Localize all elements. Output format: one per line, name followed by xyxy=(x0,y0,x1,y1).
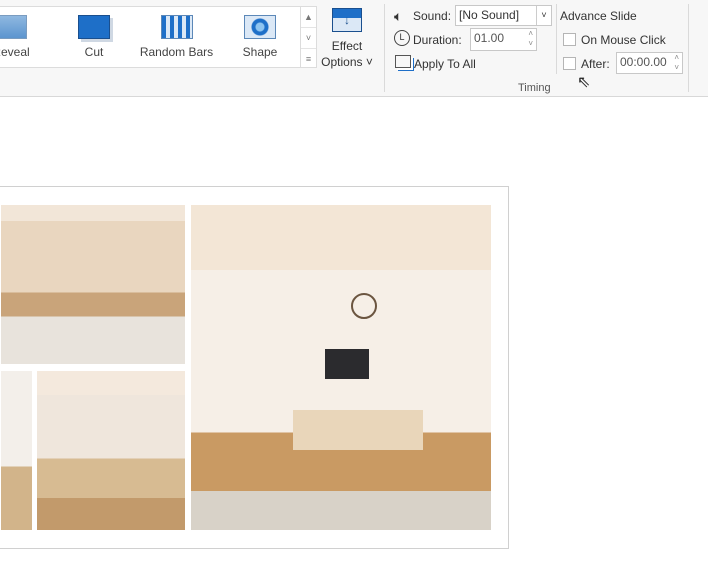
effect-options-button[interactable]: ↓ Effect Options ˅ xyxy=(318,8,376,70)
timing-group-label: Timing xyxy=(518,82,551,94)
divider xyxy=(556,4,557,74)
divider xyxy=(688,4,689,92)
after-checkbox[interactable] xyxy=(563,57,576,70)
gallery-scrollbar[interactable]: ▲ ˅ ≡ xyxy=(300,6,317,68)
reveal-icon xyxy=(0,15,27,39)
sound-label: Sound: xyxy=(413,9,452,23)
sound-icon: 🔈︎ xyxy=(394,8,403,24)
mouse-cursor-icon: ⇖ xyxy=(577,74,591,91)
apply-all-icon xyxy=(395,55,411,68)
on-mouse-click-checkbox[interactable] xyxy=(563,33,576,46)
transition-cut[interactable]: Cut xyxy=(69,15,119,59)
photo-dining-area xyxy=(37,371,185,530)
sound-dropdown[interactable]: [No Sound] ˅ xyxy=(455,5,552,26)
random-bars-icon xyxy=(160,15,193,39)
after-time-spinner[interactable]: 00:00.00 ˄ ˅ xyxy=(616,52,683,74)
ribbon-transitions: Reveal Cut Random Bars Shape ▲ ˅ ≡ ↓ Eff… xyxy=(0,0,708,97)
effect-options-icon: ↓ xyxy=(332,8,362,32)
spinner-arrows-icon[interactable]: ˄ ˅ xyxy=(528,29,533,49)
chevron-down-icon[interactable]: ˅ xyxy=(536,6,551,25)
cut-icon xyxy=(78,15,110,39)
transition-random-bars[interactable]: Random Bars xyxy=(139,15,214,59)
duration-spinner[interactable]: 01.00 ˄ ˅ xyxy=(470,28,537,51)
photo-living-room xyxy=(1,205,185,364)
advance-slide-heading: Advance Slide xyxy=(560,9,637,23)
clock-icon: L xyxy=(394,30,410,46)
scroll-up-icon[interactable]: ▲ xyxy=(301,7,316,28)
transition-shape[interactable]: Shape xyxy=(235,15,285,59)
photo-room-corner xyxy=(1,371,32,530)
shape-icon xyxy=(244,15,276,39)
transition-gallery: Reveal Cut Random Bars Shape xyxy=(0,6,302,68)
duration-label: Duration: xyxy=(413,33,462,47)
photo-tv-room xyxy=(191,205,491,530)
on-mouse-click-label: On Mouse Click xyxy=(581,33,666,47)
apply-to-all-button[interactable]: Apply To All xyxy=(414,57,476,71)
transition-reveal[interactable]: Reveal xyxy=(0,15,31,59)
scroll-down-icon[interactable]: ˅ xyxy=(301,28,316,49)
divider xyxy=(384,4,385,92)
after-label: After: xyxy=(581,57,610,71)
spinner-arrows-icon[interactable]: ˄ ˅ xyxy=(674,53,679,73)
gallery-more-icon[interactable]: ≡ xyxy=(301,49,316,69)
slide-thumbnail[interactable] xyxy=(0,186,509,549)
